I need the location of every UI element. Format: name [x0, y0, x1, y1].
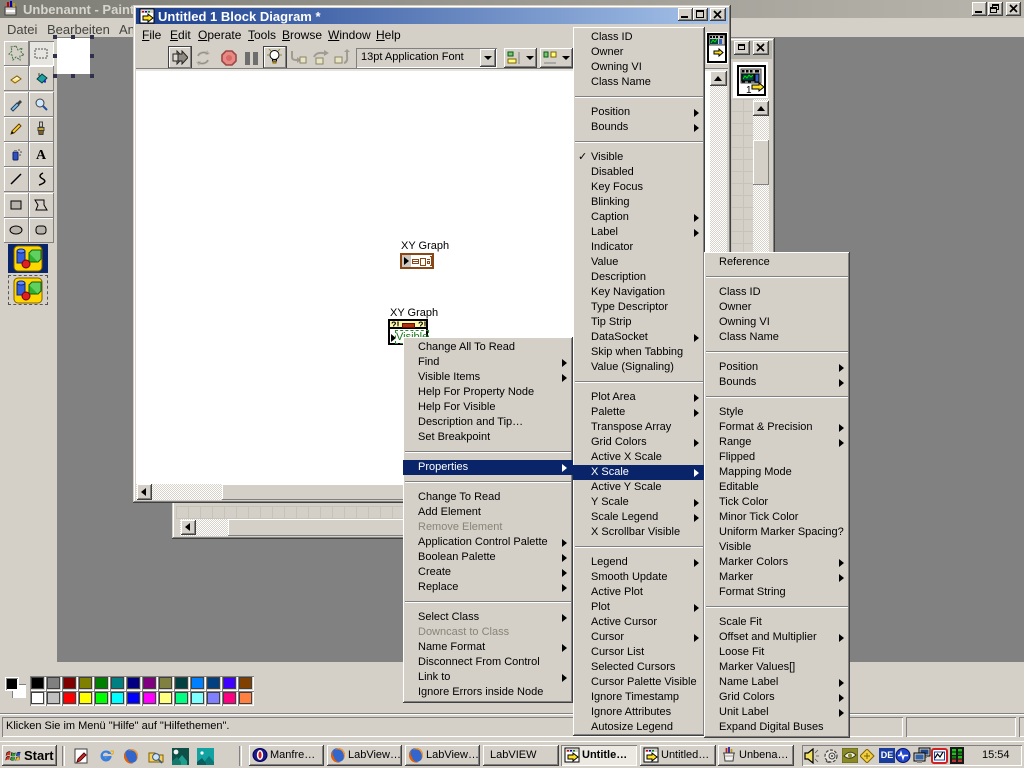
svg-text:A: A: [36, 148, 47, 162]
svg-text:1: 1: [746, 85, 752, 94]
